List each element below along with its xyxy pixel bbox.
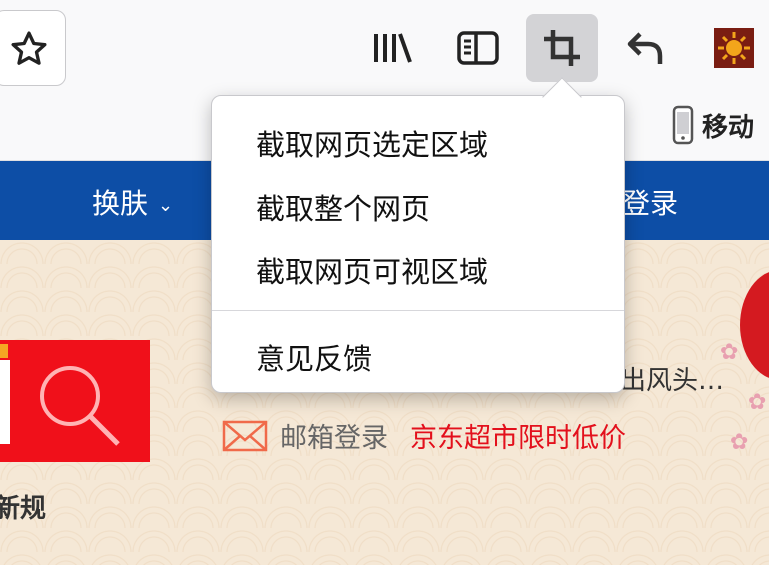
- library-button[interactable]: [356, 14, 428, 82]
- menu-divider: [212, 310, 624, 311]
- library-icon: [374, 33, 412, 63]
- screenshot-menu: 截取网页选定区域 截取整个网页 截取网页可视区域 意见反馈: [211, 95, 625, 393]
- menu-item-capture-visible-area[interactable]: 截取网页可视区域: [256, 249, 488, 291]
- menu-item-capture-selected-area[interactable]: 截取网页选定区域: [256, 122, 488, 164]
- skin-label: 换肤: [92, 187, 149, 220]
- menu-item-capture-full-page[interactable]: 截取整个网页: [256, 186, 430, 228]
- bookmark-label: 移动: [702, 112, 755, 143]
- search-input-edge: [0, 360, 10, 444]
- sidebar-icon: [457, 31, 499, 65]
- blossom-icon: ✿: [748, 390, 767, 415]
- extension-icon: [714, 28, 754, 68]
- headline-link[interactable]: 出风头…: [620, 360, 724, 397]
- mail-icon: [222, 420, 268, 451]
- login-link[interactable]: 登录: [622, 182, 678, 222]
- bookmark-star-button[interactable]: [0, 10, 66, 86]
- search-button[interactable]: [0, 340, 150, 462]
- search-icon: [40, 366, 120, 446]
- star-icon: [11, 31, 47, 65]
- undo-button[interactable]: [610, 14, 682, 82]
- new-rule-text[interactable]: 新规: [0, 488, 46, 525]
- skin-switch-link[interactable]: 换肤 ⌄: [92, 182, 173, 222]
- bookmark-item-mobile[interactable]: 移动: [672, 105, 754, 145]
- decorative-tab: [0, 344, 8, 358]
- crop-screenshot-icon: [544, 30, 580, 66]
- extension-button[interactable]: [698, 14, 769, 82]
- screenshot-button[interactable]: [526, 14, 598, 82]
- sidebar-button[interactable]: [442, 14, 514, 82]
- menu-item-feedback[interactable]: 意见反馈: [256, 336, 372, 378]
- chevron-down-icon: ⌄: [158, 194, 174, 216]
- decorative-lantern: [740, 270, 769, 380]
- mail-login-link[interactable]: 邮箱登录: [280, 416, 388, 455]
- back-arrow-icon: [627, 32, 663, 64]
- blossom-icon: ✿: [730, 430, 749, 455]
- phone-icon: [672, 105, 694, 145]
- promo-link[interactable]: 京东超市限时低价: [410, 416, 626, 455]
- mail-login-row: 邮箱登录 京东超市限时低价: [222, 416, 626, 455]
- browser-toolbar: [0, 0, 769, 95]
- blossom-icon: ✿: [720, 340, 739, 365]
